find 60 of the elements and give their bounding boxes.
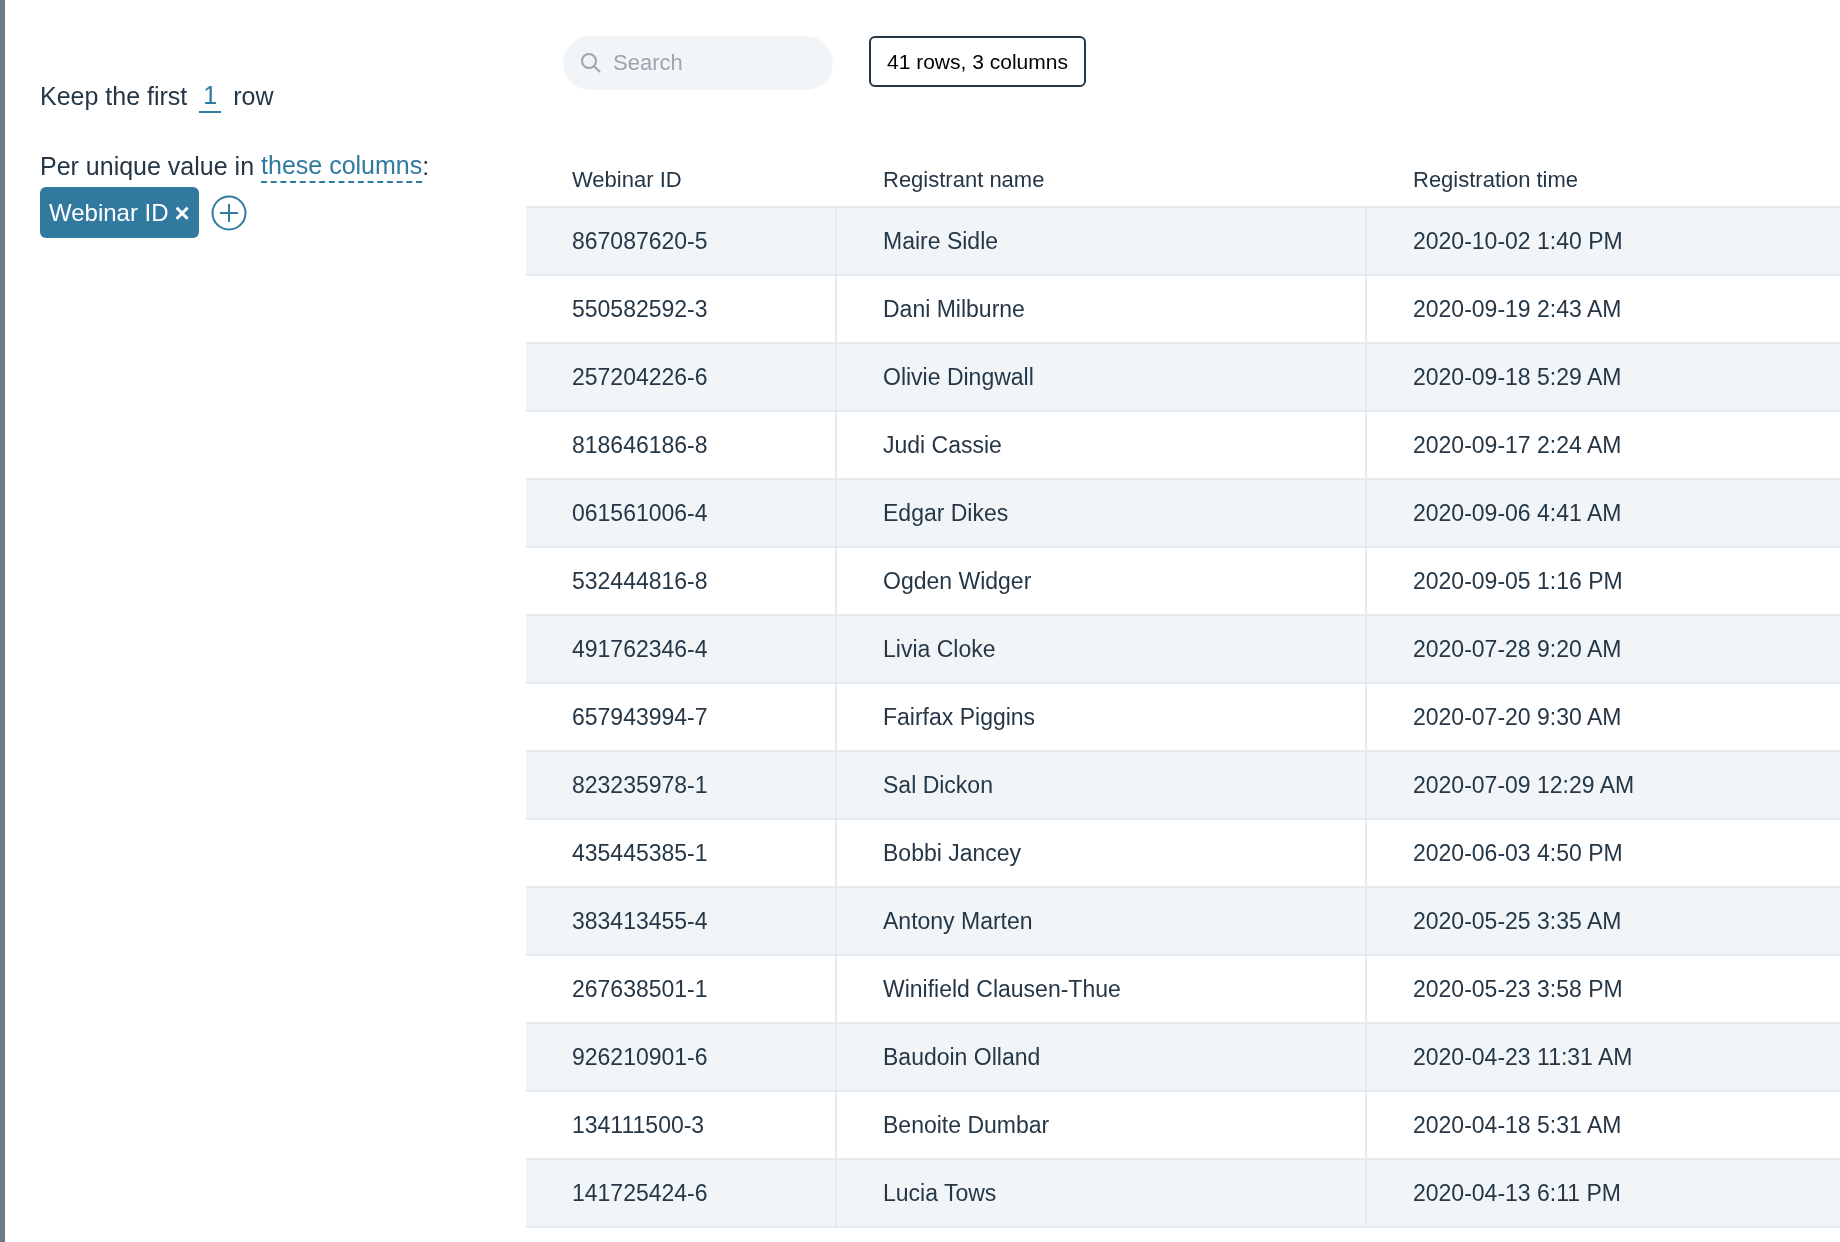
table-cell: 257204226-6 <box>526 344 837 410</box>
table-cell: 134111500-3 <box>526 1092 837 1158</box>
table-cell: 550582592-3 <box>526 276 837 342</box>
column-header[interactable]: Registration time <box>1367 162 1835 196</box>
label-text: row <box>233 81 274 112</box>
table-cell: Maire Sidle <box>837 208 1367 274</box>
remove-button[interactable]: × <box>174 199 190 226</box>
table-cell: 491762346-4 <box>526 616 837 682</box>
search-field[interactable]: Search <box>563 36 833 90</box>
columns-link[interactable]: these columns <box>261 149 423 183</box>
column-header[interactable]: Webinar ID <box>526 162 837 196</box>
table-cell-text: 2020-05-23 3:58 PM <box>1412 974 1624 1004</box>
colon-text: : <box>422 150 430 182</box>
table-cell: Judi Cassie <box>837 412 1367 478</box>
table-cell-text: 2020-09-05 1:16 PM <box>1412 566 1624 596</box>
table-cell-text: 2020-07-09 12:29 AM <box>1412 770 1636 800</box>
table-cell-text: 2020-09-19 2:43 AM <box>1412 294 1623 324</box>
table-cell: 818646186-8 <box>526 412 837 478</box>
table-cell: Lucia Tows <box>837 1160 1367 1226</box>
table-cell-text: 2020-05-25 3:35 AM <box>1412 906 1623 936</box>
table-cell-text: 2020-04-23 11:31 AM <box>1412 1042 1634 1072</box>
label-text: Per unique value in <box>40 150 255 182</box>
table-cell-text: 2020-07-28 9:20 AM <box>1412 634 1623 664</box>
chip-label: Webinar ID <box>49 197 169 228</box>
row-column-count: 41 rows, 3 columns <box>869 36 1086 87</box>
table-cell: Antony Marten <box>837 888 1367 954</box>
table-cell: Ogden Widger <box>837 548 1367 614</box>
table-cell: Baudoin Olland <box>837 1024 1367 1090</box>
table-cell: Olivie Dingwall <box>837 344 1367 410</box>
table-cell: 657943994-7 <box>526 684 837 750</box>
table-cell: Fairfax Piggins <box>837 684 1367 750</box>
table-cell: Bobbi Jancey <box>837 820 1367 886</box>
table-cell-text: 2020-04-18 5:31 AM <box>1412 1110 1623 1140</box>
table-cell: Benoite Dumbar <box>837 1092 1367 1158</box>
table-cell-text: 2020-04-13 6:11 PM <box>1412 1178 1622 1208</box>
table-cell: 383413455-4 <box>526 888 837 954</box>
table-cell: 141725424-6 <box>526 1160 837 1226</box>
table-cell: Edgar Dikes <box>837 480 1367 546</box>
table-cell: Livia Cloke <box>837 616 1367 682</box>
table-cell: Winifield Clausen-Thue <box>837 956 1367 1022</box>
table-cell: 532444816-8 <box>526 548 837 614</box>
table-cell: 823235978-1 <box>526 752 837 818</box>
table-cell-text: 2020-09-06 4:41 AM <box>1412 498 1623 528</box>
add-column-icon[interactable] <box>210 194 247 231</box>
table-cell: 061561006-4 <box>526 480 837 546</box>
search-icon <box>580 52 602 74</box>
table-cell: Dani Milburne <box>837 276 1367 342</box>
table-cell: 867087620-5 <box>526 208 837 274</box>
table-cell-text: 2020-07-20 9:30 AM <box>1412 702 1623 732</box>
table-cell: 926210901-6 <box>526 1024 837 1090</box>
table-cell: 435445385-1 <box>526 820 837 886</box>
table-cell-text: 2020-09-17 2:24 AM <box>1412 430 1623 460</box>
table-cell: Sal Dickon <box>837 752 1367 818</box>
label-text: Keep the first <box>40 81 188 112</box>
table-cell: 267638501-1 <box>526 956 837 1022</box>
row-count-input[interactable]: 1 <box>199 80 222 114</box>
column-header[interactable]: Registrant name <box>837 162 1367 196</box>
table-cell-text: 2020-09-18 5:29 AM <box>1412 362 1623 392</box>
table-cell-text: 2020-10-02 1:40 PM <box>1412 226 1624 256</box>
table-cell-text: 2020-06-03 4:50 PM <box>1412 838 1624 868</box>
